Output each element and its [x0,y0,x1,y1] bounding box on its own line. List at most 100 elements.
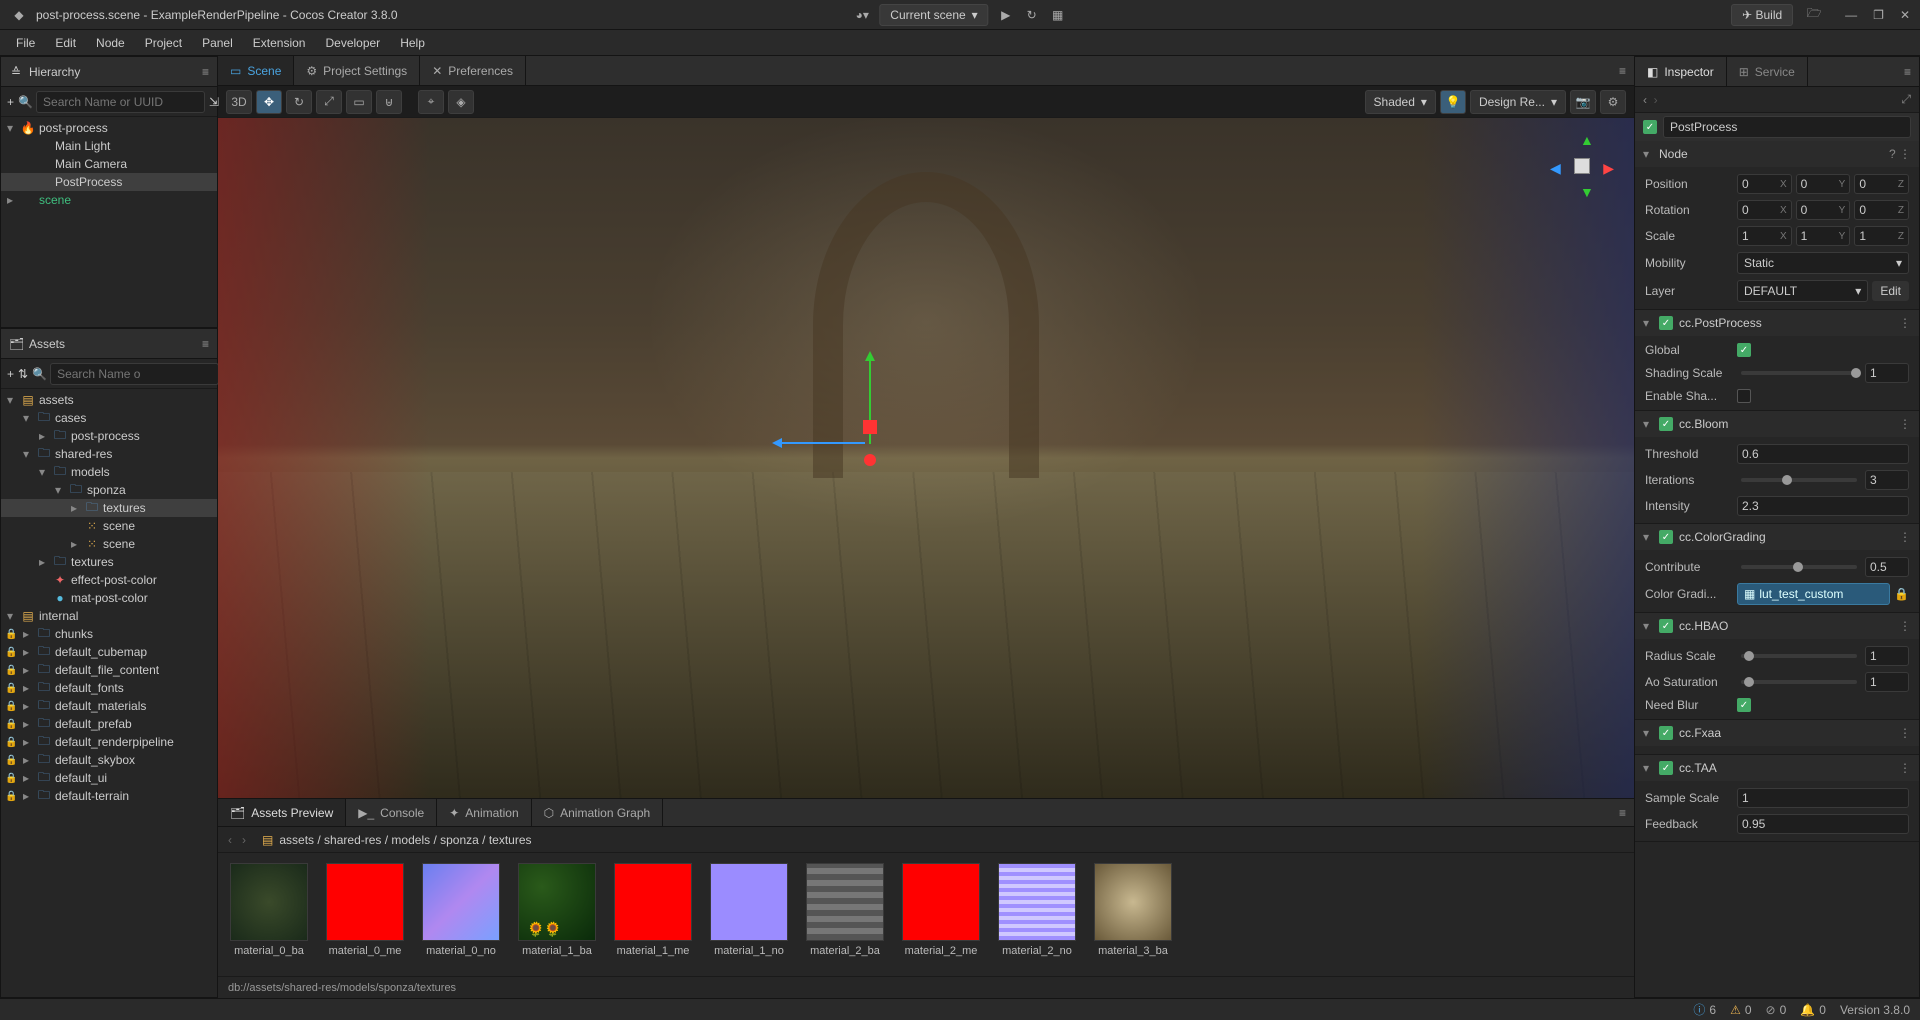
slider[interactable] [1741,680,1857,684]
assets-item[interactable]: ⁙scene [1,517,217,535]
component-enabled-checkbox[interactable] [1659,619,1673,633]
pivot-toggle[interactable]: ⌖ [418,90,444,114]
assets-item[interactable]: ▸🗀textures [1,499,217,517]
slider[interactable] [1741,371,1857,375]
viewport-3d[interactable]: ▲▼◀▶ [218,118,1634,798]
menu-extension[interactable]: Extension [245,33,314,53]
hierarchy-search[interactable] [36,91,205,113]
number-input[interactable]: 1 [1737,788,1909,808]
rotate-tool[interactable]: ↻ [286,90,312,114]
assets-item[interactable]: 🔒▸🗀chunks [1,625,217,643]
menu-help[interactable]: Help [392,33,433,53]
play-icon[interactable]: ▶ [997,6,1015,24]
component-enabled-checkbox[interactable] [1659,316,1673,330]
slider[interactable] [1741,478,1857,482]
mobility-select[interactable]: Static▾ [1737,252,1909,274]
warn-icon[interactable]: ⚠ [1730,1003,1741,1017]
breadcrumb-seg[interactable]: shared-res [324,833,381,847]
hierarchy-item[interactable]: ▾🔥post-process [1,119,217,137]
component-enabled-checkbox[interactable] [1659,417,1673,431]
assets-item[interactable]: 🔒▸🗀default_materials [1,697,217,715]
assets-item[interactable]: ●mat-post-color [1,589,217,607]
checkbox[interactable] [1737,343,1751,357]
rect-tool[interactable]: ▭ [346,90,372,114]
assets-item[interactable]: ▾🗀sponza [1,481,217,499]
bell-icon[interactable]: 🔔 [1800,1003,1815,1017]
tab-service[interactable]: ⊞Service [1727,57,1808,86]
assets-item[interactable]: 🔒▸🗀default_cubemap [1,643,217,661]
hamburger-icon[interactable]: ≡ [202,337,209,351]
render-mode-select[interactable]: Shaded▾ [1365,90,1436,114]
navigation-gizmo[interactable]: ▲▼◀▶ [1546,130,1616,200]
layer-select[interactable]: DEFAULT▾ [1737,280,1868,302]
hamburger-icon[interactable]: ≡ [202,65,209,79]
assets-item[interactable]: 🔒▸🗀default_renderpipeline [1,733,217,751]
section-node[interactable]: ▾Node ? ⋮ [1635,141,1919,167]
menu-icon[interactable]: ⋮ [1899,619,1911,633]
menu-developer[interactable]: Developer [317,33,388,53]
assets-item[interactable]: ▾▤assets [1,391,217,409]
breadcrumb-seg[interactable]: models [391,833,430,847]
hamburger-icon[interactable]: ≡ [1611,64,1634,78]
forward-icon[interactable]: › [242,833,246,847]
menu-file[interactable]: File [8,33,43,53]
asset-tile[interactable]: material_0_me [326,863,404,966]
tab-animation-graph[interactable]: ⬡Animation Graph [532,799,664,826]
assets-item[interactable]: ▾🗀cases [1,409,217,427]
component-header[interactable]: ▾cc.Bloom⋮ [1635,411,1919,437]
transform-tool[interactable]: ⊎ [376,90,402,114]
asset-tile[interactable]: material_1_ba [518,863,596,966]
light-icon[interactable]: 💡 [1440,90,1466,114]
expand-icon[interactable]: ⤢ [1901,92,1911,107]
number-input[interactable]: 3 [1865,470,1909,490]
add-icon[interactable]: + [7,367,14,381]
qr-icon[interactable]: ▦ [1049,6,1067,24]
component-header[interactable]: ▾cc.ColorGrading⋮ [1635,524,1919,550]
position-x[interactable]: 0X [1737,174,1792,194]
hamburger-icon[interactable]: ≡ [1896,65,1919,79]
tab-console[interactable]: ▶_Console [346,799,437,826]
resolution-select[interactable]: Design Re...▾ [1470,90,1566,114]
lock-icon[interactable]: 🔒 [1894,587,1909,601]
assets-search[interactable] [50,363,219,385]
layer-edit-button[interactable]: Edit [1872,281,1909,301]
search-icon[interactable]: 🔍 [18,95,32,109]
scale-tool[interactable]: ⤢ [316,90,342,114]
assets-item[interactable]: 🔒▸🗀default_skybox [1,751,217,769]
rotation-x[interactable]: 0X [1737,200,1792,220]
assets-item[interactable]: ▾🗀shared-res [1,445,217,463]
sort-icon[interactable]: ⇅ [18,367,28,381]
menu-icon[interactable]: ⋮ [1899,726,1911,740]
asset-field[interactable]: ▦lut_test_custom [1737,583,1890,605]
asset-tile[interactable]: material_1_me [614,863,692,966]
asset-tile[interactable]: material_0_no [422,863,500,966]
checkbox[interactable] [1737,698,1751,712]
slider[interactable] [1741,654,1857,658]
assets-item[interactable]: ▸🗀textures [1,553,217,571]
back-icon[interactable]: ‹ [228,833,232,847]
component-enabled-checkbox[interactable] [1659,530,1673,544]
tab-scene[interactable]: ▭Scene [218,56,294,85]
number-input[interactable]: 0.6 [1737,444,1909,464]
tab-assets-preview[interactable]: 🗂Assets Preview [218,799,346,826]
hierarchy-item[interactable]: ▸scene [1,191,217,209]
number-input[interactable]: 2.3 [1737,496,1909,516]
maximize-icon[interactable]: ❐ [1873,8,1884,22]
assets-item[interactable]: ▾🗀models [1,463,217,481]
position-y[interactable]: 0Y [1796,174,1851,194]
number-input[interactable]: 1 [1865,646,1909,666]
menu-icon[interactable]: ⋮ [1899,147,1911,161]
rotation-y[interactable]: 0Y [1796,200,1851,220]
asset-tile[interactable]: material_2_no [998,863,1076,966]
tab-preferences[interactable]: ✕Preferences [420,56,526,85]
asset-tile[interactable]: material_0_ba [230,863,308,966]
tab-animation[interactable]: ✦Animation [437,799,531,826]
breadcrumb-seg[interactable]: assets [279,833,314,847]
open-folder-icon[interactable]: 🗁 [1805,6,1823,24]
menu-edit[interactable]: Edit [47,33,84,53]
number-input[interactable]: 1 [1865,363,1909,383]
component-enabled-checkbox[interactable] [1659,726,1673,740]
asset-tile[interactable]: material_3_ba [1094,863,1172,966]
hierarchy-item[interactable]: Main Light [1,137,217,155]
node-name-input[interactable] [1663,116,1911,138]
